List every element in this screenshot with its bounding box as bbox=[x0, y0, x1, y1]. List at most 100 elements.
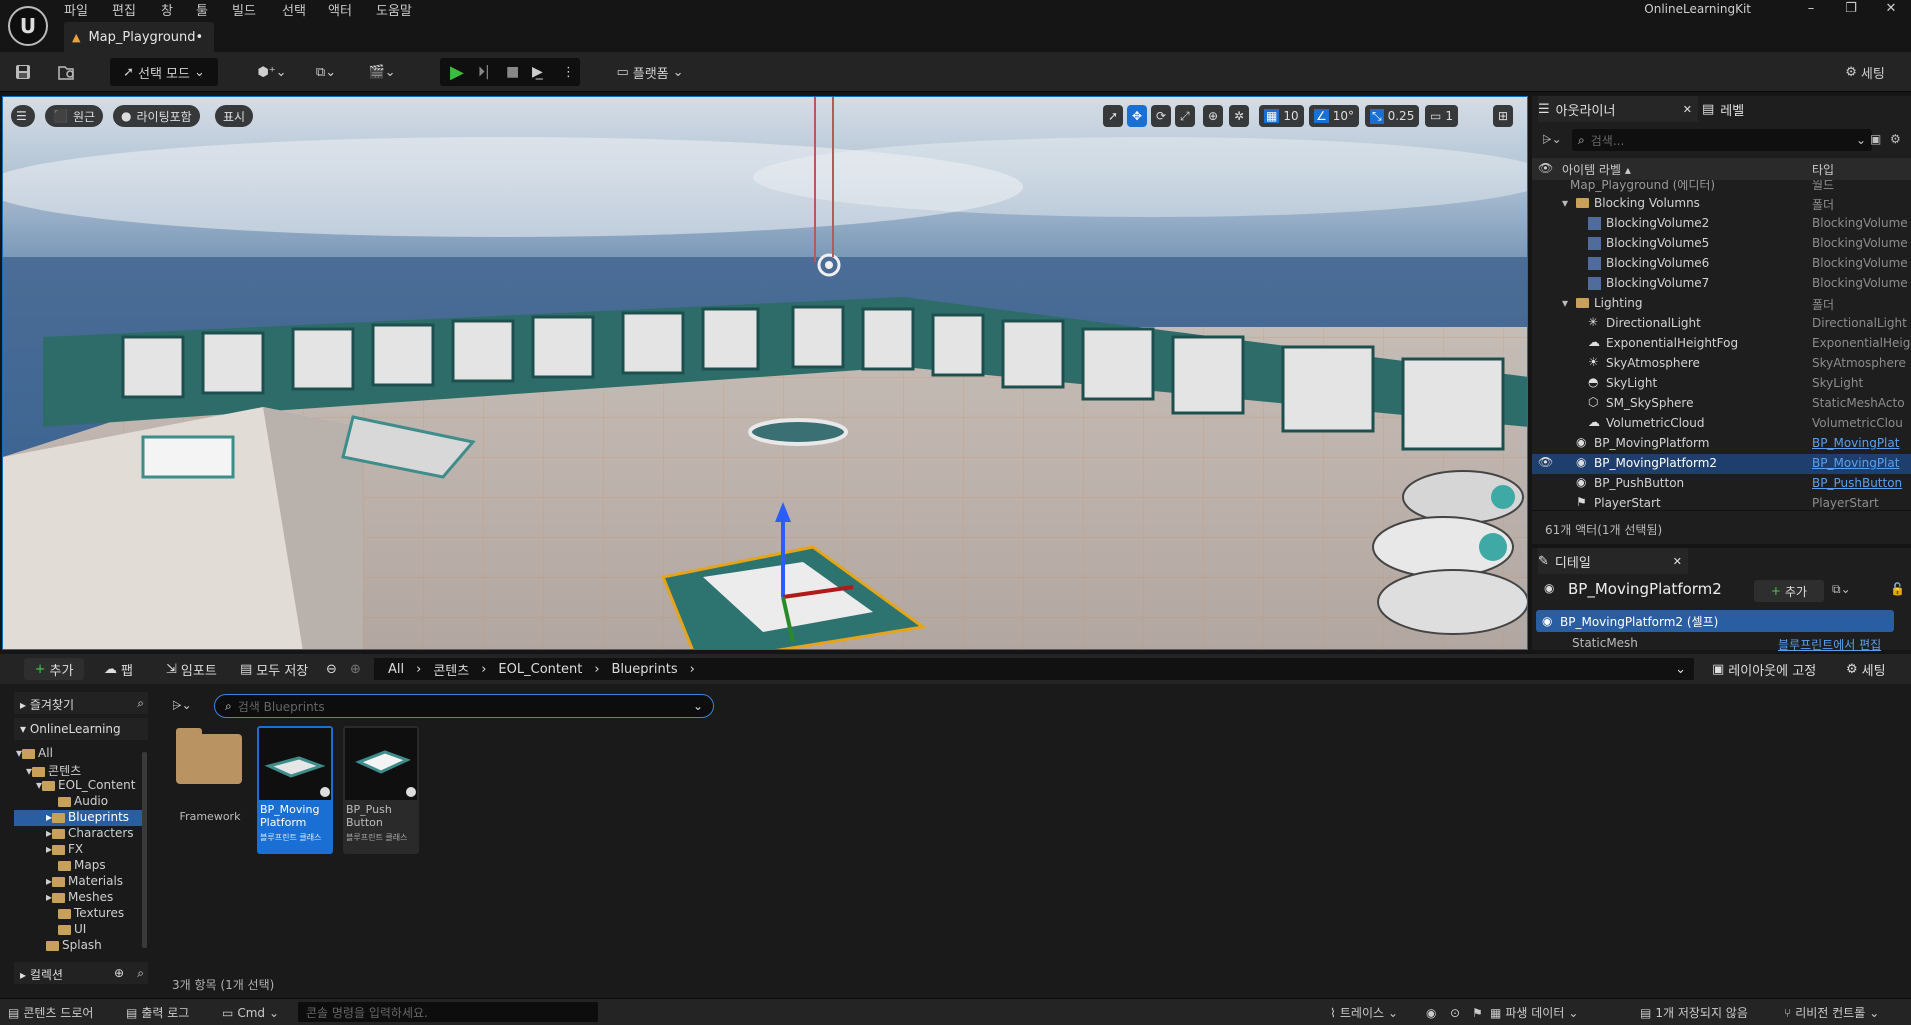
import-button[interactable]: ⇲ 임포트 bbox=[166, 658, 217, 680]
back-arrow-icon[interactable]: ⊖ bbox=[326, 658, 337, 680]
viewport-scene[interactable] bbox=[3, 97, 1528, 650]
view-mode-button[interactable]: ● 라이팅포함 bbox=[113, 105, 200, 127]
breadcrumb-blueprints[interactable]: Blueprints bbox=[612, 662, 678, 677]
level-tab[interactable]: ▲ Map_Playground• bbox=[64, 22, 214, 52]
component-static-mesh[interactable]: StaticMesh bbox=[1572, 636, 1638, 650]
col-type[interactable]: 타입 bbox=[1812, 161, 1834, 178]
row-type-link[interactable]: BP_PushButton bbox=[1812, 476, 1911, 490]
revision-control-button[interactable]: ⑂ 리비전 컨트롤 ⌄ bbox=[1784, 999, 1879, 1025]
search-icon[interactable]: ⌕ bbox=[137, 966, 144, 981]
tree-item-audio[interactable]: Audio bbox=[58, 794, 108, 810]
play-options-icon[interactable]: ⋮ bbox=[562, 65, 575, 80]
outliner-row[interactable]: ⬡ SM_SkySphere StaticMeshActo bbox=[1532, 394, 1911, 414]
viewport-layout-icon[interactable]: ⊞ bbox=[1493, 105, 1514, 127]
tree-item-materials[interactable]: ▸ Materials bbox=[46, 874, 123, 890]
outliner-row[interactable]: BlockingVolume6 BlockingVolume bbox=[1532, 254, 1911, 274]
minimize-icon[interactable]: – bbox=[1791, 0, 1831, 22]
screenshot-icon[interactable]: ⊙ bbox=[1450, 999, 1460, 1025]
details-tab[interactable]: ✎ 디테일 ✕ bbox=[1538, 548, 1688, 574]
tree-item-eol-content[interactable]: ▾ EOL_Content bbox=[36, 778, 135, 794]
col-item-label[interactable]: 아이템 라벨 ▴ bbox=[1562, 161, 1631, 178]
menu-tools[interactable]: 툴 bbox=[196, 0, 208, 19]
asset-folder-framework[interactable]: Framework bbox=[172, 726, 248, 854]
derived-data-button[interactable]: ▦ 파생 데이터 ⌄ bbox=[1490, 999, 1578, 1025]
viewport-options-icon[interactable]: ☰ bbox=[11, 105, 35, 127]
outliner-row[interactable]: ◉ BP_PushButton BP_PushButton bbox=[1532, 474, 1911, 494]
stop-icon[interactable]: ■ bbox=[506, 64, 519, 80]
output-log-button[interactable]: ▤ 출력 로그 bbox=[126, 999, 189, 1025]
cmd-dropdown[interactable]: ▭ Cmd ⌄ bbox=[222, 999, 279, 1025]
eject-play-icon[interactable]: ▶̲ bbox=[532, 64, 543, 80]
expand-arrow-icon[interactable]: ▾ bbox=[1562, 296, 1575, 310]
trace-button[interactable]: ⌇ 트레이스 ⌄ bbox=[1330, 999, 1398, 1025]
asset-search-input[interactable]: ⌕ 검색 Blueprints ⌄ bbox=[214, 694, 714, 718]
rotation-snap-button[interactable]: ∠ 10° bbox=[1309, 105, 1360, 127]
scale-tool-icon[interactable]: ⤢ bbox=[1175, 105, 1195, 127]
tree-item-maps[interactable]: Maps bbox=[58, 858, 106, 874]
close-tab-icon[interactable]: ✕ bbox=[1673, 555, 1682, 568]
levels-tab[interactable]: ▤ 레벨 bbox=[1702, 96, 1802, 122]
chevron-down-icon[interactable]: ⌄ bbox=[1675, 662, 1686, 677]
row-type-link[interactable]: BP_MovingPlat bbox=[1812, 456, 1911, 470]
menu-help[interactable]: 도움말 bbox=[376, 0, 412, 19]
maximize-icon[interactable]: ❐ bbox=[1831, 0, 1871, 22]
asset-bp-push-button[interactable]: BP_Push Button 블루프린트 클래스 bbox=[343, 726, 419, 854]
breadcrumb-eol-content[interactable]: EOL_Content bbox=[498, 662, 582, 677]
outliner-row[interactable]: ⚑ PlayerStart PlayerStart bbox=[1532, 494, 1911, 510]
forward-arrow-icon[interactable]: ⊕ bbox=[350, 658, 361, 680]
fab-button[interactable]: ☁ 팹 bbox=[104, 658, 133, 680]
project-section[interactable]: ▾ OnlineLearning bbox=[14, 718, 148, 740]
menu-window[interactable]: 창 bbox=[161, 0, 173, 19]
cinematics-button[interactable]: 🎬⌄ bbox=[362, 58, 402, 86]
outliner-row[interactable]: ◉ BP_MovingPlatform BP_MovingPlat bbox=[1532, 434, 1911, 454]
tree-item-characters[interactable]: ▸ Characters bbox=[46, 826, 134, 842]
tree-item-meshes[interactable]: ▸ Meshes bbox=[46, 890, 113, 906]
collections-section[interactable]: ▸ 컬렉션 ⊕ ⌕ bbox=[14, 962, 148, 984]
outliner-row[interactable]: ▾ Blocking Volumns 폴더 bbox=[1532, 194, 1911, 214]
add-component-button[interactable]: + 추가 bbox=[1754, 580, 1824, 602]
menu-actor[interactable]: 액터 bbox=[328, 0, 352, 19]
tree-item-splash[interactable]: Splash bbox=[46, 938, 102, 954]
browse-icon[interactable] bbox=[54, 58, 80, 86]
tree-item-ui[interactable]: UI bbox=[58, 922, 86, 938]
filter-icon[interactable]: ⩥⌄ bbox=[1542, 132, 1562, 147]
gear-icon[interactable]: ⚙ bbox=[1890, 132, 1901, 146]
play-icon[interactable]: ▶ bbox=[450, 62, 464, 83]
tree-item-fx[interactable]: ▸ FX bbox=[46, 842, 83, 858]
outliner-tab[interactable]: ☰ 아웃라이너 ✕ bbox=[1538, 96, 1698, 122]
show-button[interactable]: 표시 bbox=[215, 105, 254, 127]
new-folder-icon[interactable]: ▣ bbox=[1870, 132, 1881, 146]
cb-settings-button[interactable]: ⚙ 세팅 bbox=[1846, 658, 1886, 680]
eye-icon[interactable]: 👁 bbox=[1538, 455, 1553, 469]
select-mode-dropdown[interactable]: ➚ 선택 모드 ⌄ bbox=[110, 58, 218, 86]
camera-speed-button[interactable]: ▭ 1 bbox=[1425, 105, 1458, 127]
settings-button[interactable]: ⚙ 세팅 bbox=[1830, 58, 1900, 86]
add-asset-button[interactable]: + 추가 bbox=[24, 658, 84, 680]
menu-select[interactable]: 선택 bbox=[282, 0, 306, 19]
outliner-row[interactable]: ☁ ExponentialHeightFog ExponentialHeig bbox=[1532, 334, 1911, 354]
lock-icon[interactable]: 🔓 bbox=[1890, 582, 1905, 596]
add-actor-button[interactable]: ⬢⁺⌄ bbox=[252, 58, 292, 86]
perspective-button[interactable]: ⬛ 원근 bbox=[45, 105, 104, 127]
menu-file[interactable]: 파일 bbox=[64, 0, 88, 19]
tree-item-content[interactable]: ▾ 콘텐츠 bbox=[26, 762, 81, 778]
component-self-row[interactable]: ◉ BP_MovingPlatform2 (셀프) bbox=[1536, 610, 1894, 632]
select-tool-icon[interactable]: ➚ bbox=[1103, 105, 1124, 127]
outliner-row[interactable]: ▾ Lighting 폴더 bbox=[1532, 294, 1911, 314]
eye-icon[interactable]: 👁 bbox=[1538, 161, 1553, 175]
tree-scrollbar[interactable] bbox=[142, 752, 147, 948]
outliner-row[interactable]: BlockingVolume7 BlockingVolume bbox=[1532, 274, 1911, 294]
unsaved-button[interactable]: ▤ 1개 저장되지 않음 bbox=[1640, 999, 1748, 1025]
scale-snap-button[interactable]: ⤡ 0.25 bbox=[1365, 105, 1420, 127]
outliner-row-selected[interactable]: 👁 ◉ BP_MovingPlatform2 BP_MovingPlat bbox=[1532, 454, 1911, 474]
outliner-row[interactable]: BlockingVolume5 BlockingVolume bbox=[1532, 234, 1911, 254]
asset-bp-moving-platform[interactable]: BP_Moving Platform 블루프린트 클래스 bbox=[257, 726, 333, 854]
save-icon[interactable] bbox=[10, 58, 36, 86]
edit-in-blueprint-link[interactable]: 블루프린트에서 편집 bbox=[1778, 636, 1881, 653]
record-icon[interactable]: ◉ bbox=[1426, 999, 1436, 1025]
breadcrumb-content[interactable]: 콘텐츠 bbox=[433, 660, 469, 679]
favorites-section[interactable]: ▸ 즐겨찾기 ⌕ bbox=[14, 692, 148, 714]
menu-edit[interactable]: 편집 bbox=[112, 0, 136, 19]
tree-item-all[interactable]: ▾ All bbox=[16, 746, 53, 762]
content-drawer-button[interactable]: ▤ 콘텐츠 드로어 bbox=[8, 999, 93, 1025]
